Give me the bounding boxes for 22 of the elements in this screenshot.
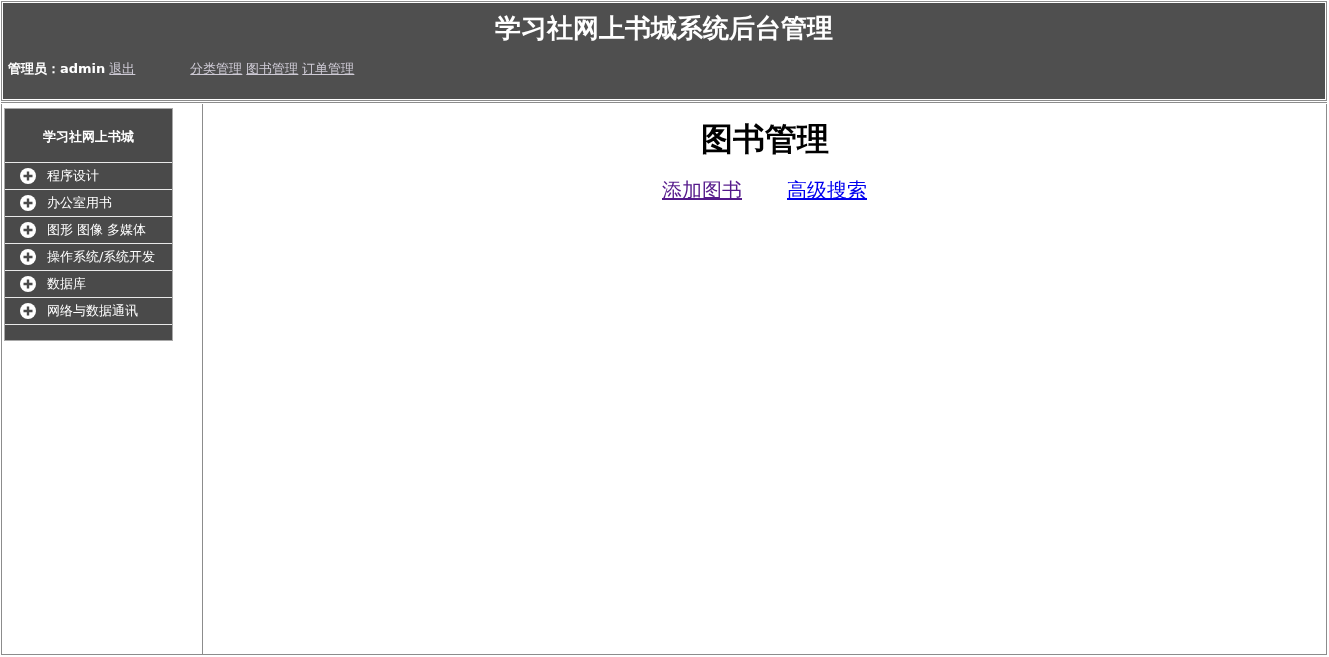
action-link[interactable]: 添加图书 <box>662 178 742 202</box>
plus-circle-icon <box>20 249 36 265</box>
nav-link[interactable]: 图书管理 <box>246 61 299 77</box>
plus-circle-icon <box>20 276 36 292</box>
action-link[interactable]: 高级搜索 <box>787 178 867 202</box>
logout-link[interactable]: 退出 <box>109 61 136 77</box>
admin-label: 管理员：admin <box>8 61 106 77</box>
page-heading: 图书管理 <box>700 121 829 158</box>
sidebar-item[interactable]: 图形 图像 多媒体 <box>5 217 172 244</box>
header-title: 学习社网上书城系统后台管理 <box>495 12 833 45</box>
plus-circle-icon <box>20 222 36 238</box>
sidebar-item[interactable]: 网络与数据通讯 <box>5 298 172 325</box>
nav-link[interactable]: 分类管理 <box>190 61 243 77</box>
sidebar-title: 学习社网上书城 <box>5 109 172 163</box>
plus-circle-icon <box>20 195 36 211</box>
sidebar-item[interactable]: 数据库 <box>5 271 172 298</box>
nav-link[interactable]: 订单管理 <box>302 61 355 77</box>
sidebar-item[interactable]: 办公室用书 <box>5 190 172 217</box>
plus-circle-icon <box>20 303 36 319</box>
sidebar-item[interactable]: 操作系统/系统开发 <box>5 244 172 271</box>
plus-circle-icon <box>20 168 36 184</box>
sidebar-item[interactable]: 程序设计 <box>5 163 172 190</box>
